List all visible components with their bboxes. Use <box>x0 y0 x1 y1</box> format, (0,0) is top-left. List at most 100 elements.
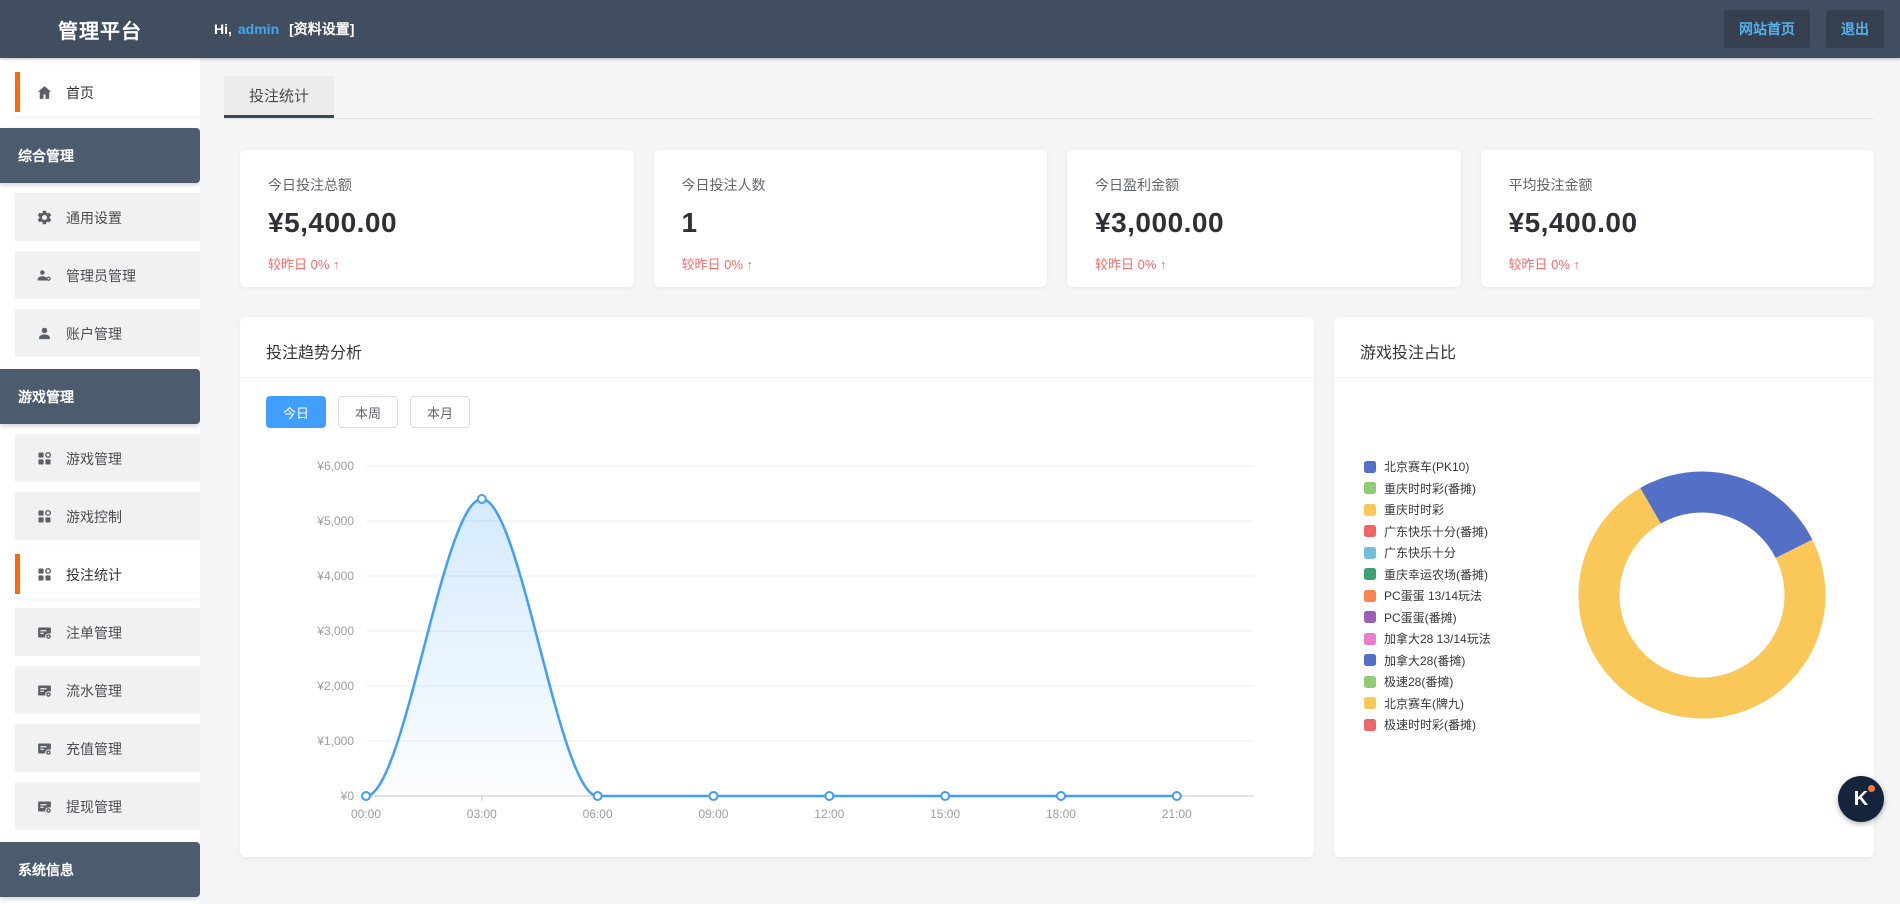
svg-text:00:00: 00:00 <box>351 807 381 821</box>
legend-swatch <box>1364 525 1376 537</box>
stat-label: 今日投注总额 <box>268 175 606 195</box>
sidebar-item-label: 流水管理 <box>66 681 122 701</box>
legend-swatch <box>1364 719 1376 731</box>
sidebar-item-general-settings[interactable]: 通用设置 <box>15 193 200 241</box>
legend-swatch <box>1364 654 1376 666</box>
legend-swatch <box>1364 547 1376 559</box>
line-chart-canvas: ¥0¥1,000¥2,000¥3,000¥4,000¥5,000¥6,00000… <box>266 438 1288 838</box>
greeting-prefix: Hi, <box>214 21 232 37</box>
legend-swatch <box>1364 590 1376 602</box>
grid-icon <box>36 450 53 467</box>
logout-button[interactable]: 退出 <box>1826 10 1884 48</box>
stat-card: 今日投注人数1较昨日 0% ↑ <box>654 150 1048 287</box>
svg-text:¥2,000: ¥2,000 <box>316 679 354 693</box>
legend-item[interactable]: 加拿大28(番摊) <box>1364 650 1491 672</box>
range-button-today[interactable]: 今日 <box>266 396 326 428</box>
range-button-week[interactable]: 本周 <box>338 396 398 428</box>
sidebar-item-label: 投注统计 <box>66 565 122 585</box>
app-title: 管理平台 <box>0 15 200 44</box>
legend-item[interactable]: 加拿大28 13/14玩法 <box>1364 628 1491 650</box>
admins-icon <box>36 267 53 284</box>
grid-icon <box>36 566 53 583</box>
legend-item[interactable]: 北京赛车(PK10) <box>1364 456 1491 478</box>
svg-text:09:00: 09:00 <box>698 807 728 821</box>
legend-item[interactable]: 广东快乐十分 <box>1364 542 1491 564</box>
legend-item[interactable]: PC蛋蛋 13/14玩法 <box>1364 585 1491 607</box>
svg-text:12:00: 12:00 <box>814 807 844 821</box>
donut-chart-canvas <box>1562 455 1842 735</box>
sidebar-item-order-management[interactable]: 注单管理 <box>15 608 200 656</box>
customer-service-button[interactable]: K <box>1838 776 1884 822</box>
svg-text:15:00: 15:00 <box>930 807 960 821</box>
stat-label: 平均投注金额 <box>1509 175 1847 195</box>
pie-chart-body: 北京赛车(PK10) 重庆时时彩(番摊) 重庆时时彩广东快乐十分(番摊) 广东快乐十分… <box>1360 378 1848 838</box>
stat-delta: 较昨日 0% ↑ <box>1509 254 1847 273</box>
legend-swatch <box>1364 633 1376 645</box>
sidebar-item-turnover-management[interactable]: 流水管理 <box>15 666 200 714</box>
document-icon <box>36 740 53 757</box>
customer-service-logo: K <box>1854 788 1868 811</box>
legend-label: 重庆幸运农场(番摊) <box>1384 566 1488 583</box>
legend-item[interactable]: 重庆时时彩 <box>1364 499 1491 521</box>
legend-item[interactable]: 极速28(番摊) <box>1364 671 1491 693</box>
legend-item[interactable]: 重庆时时彩(番摊) <box>1364 478 1491 500</box>
sidebar-section-system-info[interactable]: 系统信息 <box>0 842 200 897</box>
legend-item[interactable]: PC蛋蛋(番摊) <box>1364 607 1491 629</box>
stat-delta: 较昨日 0% ↑ <box>268 254 606 273</box>
sidebar-item-label: 账户管理 <box>66 324 122 344</box>
legend-item[interactable]: 重庆幸运农场(番摊) <box>1364 564 1491 586</box>
svg-text:¥0: ¥0 <box>340 789 355 803</box>
sidebar-item-game-management[interactable]: 游戏管理 <box>15 434 200 482</box>
trend-panel: 投注趋势分析 今日本周本月 ¥0¥1,000¥2,000¥3,000¥4,000… <box>240 317 1314 857</box>
sidebar-item-label: 充值管理 <box>66 739 122 759</box>
legend-item[interactable]: 极速时时彩(番摊) <box>1364 714 1491 736</box>
notification-dot-icon <box>1868 785 1875 792</box>
sidebar-nav: 首页综合管理通用设置管理员管理账户管理游戏管理游戏管理游戏控制投注统计注单管理流… <box>0 58 200 904</box>
svg-text:21:00: 21:00 <box>1162 807 1192 821</box>
legend-swatch <box>1364 676 1376 688</box>
sidebar-item-account-management[interactable]: 账户管理 <box>15 309 200 357</box>
legend-item[interactable]: 北京赛车(牌九) <box>1364 693 1491 715</box>
legend-label: 广东快乐十分 <box>1384 544 1456 561</box>
legend-label: 重庆时时彩 <box>1384 501 1444 518</box>
sidebar-item-bet-statistics[interactable]: 投注统计 <box>15 550 200 598</box>
sidebar-item-home[interactable]: 首页 <box>15 68 200 116</box>
document-icon <box>36 624 53 641</box>
stat-label: 今日投注人数 <box>682 175 1020 195</box>
stat-card: 今日盈利金额¥3,000.00较昨日 0% ↑ <box>1067 150 1461 287</box>
svg-text:¥1,000: ¥1,000 <box>316 734 354 748</box>
legend-label: 重庆时时彩(番摊) <box>1384 480 1476 497</box>
legend-label: 北京赛车(PK10) <box>1384 458 1469 475</box>
legend-swatch <box>1364 568 1376 580</box>
legend-label: 加拿大28(番摊) <box>1384 652 1465 669</box>
sidebar-item-label: 管理员管理 <box>66 266 136 286</box>
donut-slice <box>1651 492 1795 549</box>
profile-settings-link[interactable]: [资料设置] <box>289 19 354 39</box>
legend-item[interactable]: 广东快乐十分(番摊) <box>1364 521 1491 543</box>
sidebar-item-withdraw-management[interactable]: 提现管理 <box>15 782 200 830</box>
legend-label: 极速28(番摊) <box>1384 673 1453 690</box>
legend-label: 加拿大28 13/14玩法 <box>1384 630 1491 647</box>
document-icon <box>36 798 53 815</box>
legend-label: 极速时时彩(番摊) <box>1384 716 1476 733</box>
sidebar-item-game-control[interactable]: 游戏控制 <box>15 492 200 540</box>
sidebar-item-recharge-management[interactable]: 充值管理 <box>15 724 200 772</box>
trend-chart: ¥0¥1,000¥2,000¥3,000¥4,000¥5,000¥6,00000… <box>266 438 1288 843</box>
tab-bar: 投注统计 <box>224 76 1874 119</box>
svg-text:03:00: 03:00 <box>467 807 497 821</box>
sidebar-section-general-management[interactable]: 综合管理 <box>0 128 200 183</box>
svg-text:¥6,000: ¥6,000 <box>316 459 354 473</box>
home-icon <box>36 84 53 101</box>
pie-panel: 游戏投注占比 北京赛车(PK10)重庆时时彩(番摊)重庆时时彩广东快乐十分(番摊… <box>1334 317 1874 857</box>
range-button-month[interactable]: 本月 <box>410 396 470 428</box>
legend-label: 广东快乐十分(番摊) <box>1384 523 1488 540</box>
sidebar-section-game-management-section[interactable]: 游戏管理 <box>0 369 200 424</box>
site-home-button[interactable]: 网站首页 <box>1724 10 1810 48</box>
sidebar-item-admin-management[interactable]: 管理员管理 <box>15 251 200 299</box>
active-indicator <box>15 72 20 112</box>
top-header: 管理平台 Hi, admin [资料设置] 网站首页 退出 <box>0 0 1900 58</box>
tab-bet-statistics[interactable]: 投注统计 <box>224 76 334 118</box>
range-buttons: 今日本周本月 <box>266 396 1314 428</box>
stat-delta: 较昨日 0% ↑ <box>682 254 1020 273</box>
main-content: 投注统计 今日投注总额¥5,400.00较昨日 0% ↑今日投注人数1较昨日 0… <box>200 58 1900 904</box>
